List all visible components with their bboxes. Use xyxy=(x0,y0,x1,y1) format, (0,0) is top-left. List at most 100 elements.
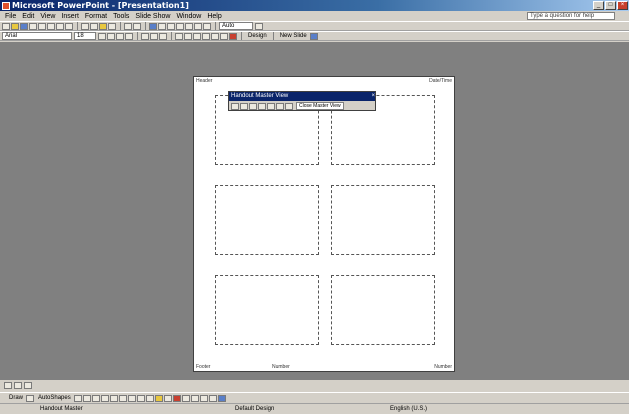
increase-indent-icon[interactable] xyxy=(220,32,228,40)
minimize-button[interactable]: _ xyxy=(593,1,604,10)
draw-menu-button[interactable]: Draw xyxy=(9,395,23,401)
close-button[interactable]: × xyxy=(617,1,628,10)
menu-slide-show[interactable]: Slide Show xyxy=(132,13,173,20)
arrow-icon[interactable] xyxy=(82,394,91,402)
line-icon[interactable] xyxy=(73,394,82,402)
open-icon[interactable] xyxy=(11,22,19,30)
permission-icon[interactable] xyxy=(29,22,37,30)
align-left-icon[interactable] xyxy=(141,32,149,40)
show-formatting-icon[interactable] xyxy=(194,22,202,30)
zoom-combo[interactable]: Auto xyxy=(219,22,253,30)
close-x-icon[interactable]: × xyxy=(371,92,375,101)
expand-all-icon[interactable] xyxy=(185,22,193,30)
new-slide-button[interactable]: New Slide xyxy=(280,33,307,39)
save-icon[interactable] xyxy=(20,22,28,30)
new-icon[interactable] xyxy=(2,22,10,30)
shadow-icon[interactable] xyxy=(125,32,133,40)
clip-art-icon[interactable] xyxy=(136,394,145,402)
decrease-indent-icon[interactable] xyxy=(211,32,219,40)
fill-color-icon[interactable] xyxy=(154,394,163,402)
print-preview-icon[interactable] xyxy=(56,22,64,30)
wordart-icon[interactable] xyxy=(118,394,127,402)
increase-font-icon[interactable] xyxy=(193,32,201,40)
italic-icon[interactable] xyxy=(107,32,115,40)
close-master-view-button[interactable]: Close Master View xyxy=(296,102,344,110)
slide-sorter-view-icon[interactable] xyxy=(14,382,22,389)
numbering-icon[interactable] xyxy=(175,32,183,40)
six-slides-icon[interactable] xyxy=(267,102,275,110)
spelling-icon[interactable] xyxy=(65,22,73,30)
toolbar-options-icon[interactable] xyxy=(309,32,318,40)
number-placeholder-center[interactable]: Number xyxy=(272,364,290,370)
line-color-icon[interactable] xyxy=(163,394,172,402)
diagram-icon[interactable] xyxy=(127,394,136,402)
grayscale-icon[interactable] xyxy=(203,22,211,30)
design-button[interactable]: Design xyxy=(248,33,267,39)
help-search-input[interactable]: Type a question for help xyxy=(527,12,615,20)
powerpoint-app-icon[interactable] xyxy=(2,1,10,10)
handout-master-toolbar[interactable]: Handout Master View × Close Master View xyxy=(228,91,376,111)
font-color-draw-icon[interactable] xyxy=(172,394,181,402)
email-icon[interactable] xyxy=(38,22,46,30)
footer-placeholder[interactable]: Footer xyxy=(196,364,210,370)
insert-table-icon[interactable] xyxy=(158,22,166,30)
underline-icon[interactable] xyxy=(116,32,124,40)
align-right-icon[interactable] xyxy=(159,32,167,40)
hyperlink-icon[interactable] xyxy=(176,22,184,30)
menu-window[interactable]: Window xyxy=(173,13,204,20)
paste-icon[interactable] xyxy=(99,22,107,30)
menu-file[interactable]: File xyxy=(2,13,19,20)
header-placeholder[interactable]: Header xyxy=(196,78,212,84)
three-slides-icon[interactable] xyxy=(249,102,257,110)
rectangle-icon[interactable] xyxy=(91,394,100,402)
dash-style-icon[interactable] xyxy=(190,394,199,402)
print-icon[interactable] xyxy=(47,22,55,30)
bold-icon[interactable] xyxy=(98,32,106,40)
handout-page[interactable]: Header Date/Time Footer Number Number xyxy=(193,76,455,372)
align-center-icon[interactable] xyxy=(150,32,158,40)
font-size-combo[interactable]: 18 xyxy=(74,32,96,40)
arrow-style-icon[interactable] xyxy=(199,394,208,402)
line-style-icon[interactable] xyxy=(181,394,190,402)
cut-icon[interactable] xyxy=(81,22,89,30)
font-name-combo[interactable]: Arial xyxy=(2,32,72,40)
format-painter-icon[interactable] xyxy=(108,22,116,30)
separator xyxy=(77,22,78,30)
one-slide-icon[interactable] xyxy=(231,102,239,110)
oval-icon[interactable] xyxy=(100,394,109,402)
outline-icon[interactable] xyxy=(285,102,293,110)
number-placeholder[interactable]: Number xyxy=(434,364,452,370)
menu-format[interactable]: Format xyxy=(82,13,110,20)
shadow-style-icon[interactable] xyxy=(208,394,217,402)
decrease-font-icon[interactable] xyxy=(202,32,210,40)
autoshapes-menu-button[interactable]: AutoShapes xyxy=(38,395,71,401)
nine-slides-icon[interactable] xyxy=(276,102,284,110)
menu-help[interactable]: Help xyxy=(204,13,224,20)
bullets-icon[interactable] xyxy=(184,32,192,40)
date-placeholder[interactable]: Date/Time xyxy=(429,78,452,84)
four-slides-icon[interactable] xyxy=(258,102,266,110)
menu-insert[interactable]: Insert xyxy=(58,13,82,20)
redo-icon[interactable] xyxy=(133,22,141,30)
title-bar[interactable]: Microsoft PowerPoint - [Presentation1] _… xyxy=(0,0,629,11)
menu-tools[interactable]: Tools xyxy=(110,13,132,20)
two-slides-icon[interactable] xyxy=(240,102,248,110)
3d-style-icon[interactable] xyxy=(217,394,226,402)
insert-chart-icon[interactable] xyxy=(149,22,157,30)
text-box-icon[interactable] xyxy=(109,394,118,402)
handout-slide-slot xyxy=(331,275,435,345)
picture-icon[interactable] xyxy=(145,394,154,402)
select-objects-icon[interactable] xyxy=(26,394,35,402)
handout-master-toolbar-title[interactable]: Handout Master View × xyxy=(229,92,375,101)
menu-edit[interactable]: Edit xyxy=(19,13,37,20)
slide-workspace[interactable]: Header Date/Time Footer Number Number Ha… xyxy=(0,42,629,380)
tables-and-borders-icon[interactable] xyxy=(167,22,175,30)
copy-icon[interactable] xyxy=(90,22,98,30)
help-icon[interactable] xyxy=(255,22,263,30)
normal-view-icon[interactable] xyxy=(4,382,12,389)
undo-icon[interactable] xyxy=(124,22,132,30)
font-color-icon[interactable] xyxy=(229,32,237,40)
slide-show-view-icon[interactable] xyxy=(24,382,32,389)
menu-view[interactable]: View xyxy=(37,13,58,20)
maximize-button[interactable]: □ xyxy=(605,1,616,10)
